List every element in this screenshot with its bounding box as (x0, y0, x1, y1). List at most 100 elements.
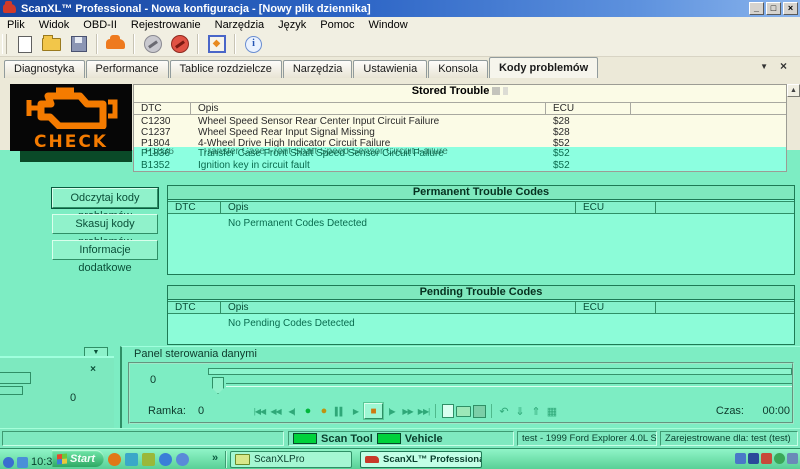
disconnect-button[interactable] (167, 33, 192, 55)
marker-button[interactable]: ● (316, 404, 331, 419)
step-back-button[interactable]: ◀| (284, 404, 299, 419)
stored-scrollbar[interactable]: ▲ (787, 84, 800, 172)
clear-codes-button[interactable]: Skasuj kody problemów (52, 214, 158, 234)
menu-obd2[interactable]: OBD-II (76, 19, 124, 31)
transport-separator (435, 404, 436, 418)
tab-dropdown-icon[interactable]: ▼ (760, 62, 768, 71)
skip-end-button[interactable]: ▶▶| (416, 404, 431, 419)
status-cell-registered: Zarejestrowane dla: test (test) (660, 431, 798, 446)
glitch-pixels (503, 87, 508, 95)
menu-window[interactable]: Window (362, 19, 415, 31)
dashboard-editor-button[interactable]: ◆ (204, 33, 229, 55)
tray-device-icon[interactable] (748, 453, 759, 464)
table-row[interactable]: P1836P1836 Transfer Case Front Shaft Spe… (134, 148, 786, 159)
tray-app-icon[interactable] (17, 457, 28, 468)
toolbar-drag-handle[interactable] (2, 34, 7, 54)
new-log-button[interactable] (440, 404, 455, 419)
restore-button[interactable]: □ (766, 2, 781, 15)
column-header-dtc[interactable]: DTC (168, 202, 221, 213)
download-data-button[interactable]: ⇓ (512, 404, 527, 419)
column-header-ecu[interactable]: ECU (546, 103, 631, 114)
pause-button[interactable]: ▌▌ (332, 404, 347, 419)
desktop-icon[interactable] (125, 453, 138, 466)
column-header-opis[interactable]: Opis (221, 202, 576, 213)
tray-display-icon[interactable] (735, 453, 746, 464)
column-header-ecu[interactable]: ECU (576, 302, 656, 313)
explorer-icon[interactable] (142, 453, 155, 466)
vehicle-manager-button[interactable] (103, 33, 128, 55)
table-row[interactable]: C1230 Wheel Speed Sensor Rear Center Inp… (134, 116, 786, 127)
open-file-button[interactable] (39, 33, 64, 55)
additional-info-button[interactable]: Informacje dodatkowe (52, 240, 158, 260)
task-button-scanxl-app[interactable]: ScanXL™ Professional... (360, 451, 482, 468)
status-cell-empty (2, 431, 284, 446)
column-header-opis[interactable]: Opis (191, 103, 546, 114)
undo-button[interactable]: ↶ (496, 404, 511, 419)
column-header-dtc[interactable]: DTC (168, 302, 221, 313)
menu-narzedzia[interactable]: Narzędzia (208, 19, 272, 31)
open-log-button[interactable] (456, 404, 471, 419)
task-button-scanxlpro[interactable]: ScanXLPro (230, 451, 352, 468)
title-bar[interactable]: ScanXL™ Professional - Nowa konfiguracja… (0, 0, 800, 17)
skip-start-button[interactable]: |◀◀ (252, 404, 267, 419)
tray-network-icon[interactable] (761, 453, 772, 464)
column-header-opis[interactable]: Opis (221, 302, 576, 313)
about-button[interactable]: i (241, 33, 266, 55)
ie-icon[interactable] (159, 453, 172, 466)
tab-konsola[interactable]: Konsola (428, 60, 488, 78)
column-header-ecu[interactable]: ECU (576, 202, 656, 213)
step-forward-button[interactable]: |▶ (384, 404, 399, 419)
pending-table-header: DTC Opis ECU (168, 301, 794, 314)
play-button[interactable]: ▶ (348, 404, 363, 419)
quick-launch-chevron-icon[interactable]: » (212, 452, 218, 464)
toolbar-separator (197, 34, 199, 54)
stored-codes-group: Stored Trouble DTC Opis ECU C1230 Wheel … (133, 84, 787, 172)
tray-volume-icon[interactable] (787, 453, 798, 464)
menu-pomoc[interactable]: Pomoc (313, 19, 361, 31)
tab-diagnostyka[interactable]: Diagnostyka (4, 60, 85, 78)
connect-button[interactable] (140, 33, 165, 55)
table-row[interactable]: B1352 Ignition key in circuit fault $52 (134, 160, 786, 171)
open-log-icon (456, 406, 471, 417)
table-row[interactable]: C1237 Wheel Speed Rear Input Signal Miss… (134, 127, 786, 138)
start-button[interactable]: Start (52, 450, 104, 467)
menu-widok[interactable]: Widok (32, 19, 77, 31)
tab-narzedzia[interactable]: Narzędzia (283, 60, 353, 78)
scroll-up-icon[interactable]: ▲ (787, 84, 800, 97)
column-header-dtc[interactable]: DTC (134, 103, 191, 114)
grid-view-button[interactable]: ▦ (544, 404, 559, 419)
frame-label: Ramka: (148, 405, 186, 417)
rewind-button[interactable]: ◀◀ (268, 404, 283, 419)
tab-close-icon[interactable]: × (780, 59, 787, 73)
stop-button[interactable]: ■ (364, 403, 383, 419)
record-button[interactable]: ● (300, 404, 315, 419)
firefox-icon[interactable] (108, 453, 121, 466)
taskbar: 10:39 Start » ScanXLPro ScanXL™ Professi… (0, 448, 800, 469)
tab-tablice-rozdzielcze[interactable]: Tablice rozdzielcze (170, 60, 282, 78)
minimize-button[interactable]: _ (749, 2, 764, 15)
close-button[interactable]: × (783, 2, 798, 15)
media-player-icon[interactable] (176, 453, 189, 466)
new-file-button[interactable] (12, 33, 37, 55)
toolbar-separator (133, 34, 135, 54)
upload-data-button[interactable]: ⇑ (528, 404, 543, 419)
open-folder-icon (42, 38, 61, 51)
tray-update-icon[interactable] (774, 453, 785, 464)
playback-slider-track[interactable] (208, 368, 792, 375)
menu-plik[interactable]: Plik (0, 19, 32, 31)
menu-jezyk[interactable]: Język (271, 19, 313, 31)
taskbar-divider (225, 451, 227, 468)
no-pending-codes-text: No Pending Codes Detected (228, 318, 355, 329)
connector-icon (144, 35, 162, 53)
tab-performance[interactable]: Performance (86, 60, 169, 78)
glitch-rect (0, 386, 23, 395)
tray-app-icon[interactable] (3, 457, 14, 468)
fast-forward-button[interactable]: ▶▶ (400, 404, 415, 419)
tab-kody-problemow[interactable]: Kody problemów (489, 57, 598, 78)
read-codes-button[interactable]: Odczytaj kody problemów (52, 188, 158, 208)
menu-rejestrowanie[interactable]: Rejestrowanie (124, 19, 208, 31)
save-log-button[interactable] (472, 404, 487, 419)
save-file-button[interactable] (66, 33, 91, 55)
tab-ustawienia[interactable]: Ustawienia (353, 60, 427, 78)
glitch-zero-value: 0 (70, 392, 76, 404)
